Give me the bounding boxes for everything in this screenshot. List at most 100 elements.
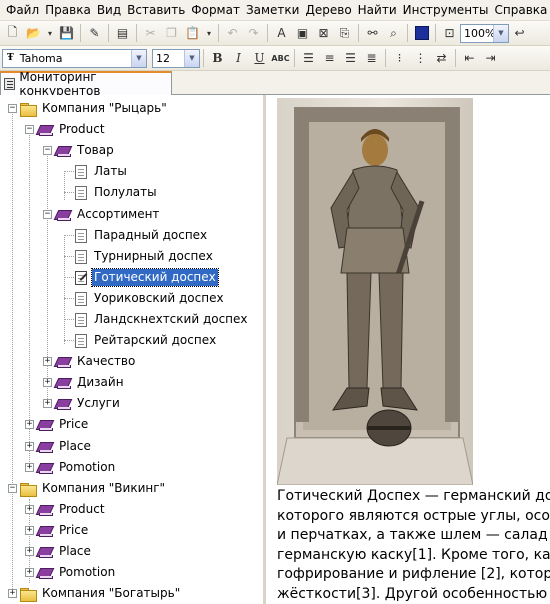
insert-text-icon[interactable]: A [271,23,292,44]
insert-object-icon[interactable]: ⊠ [313,23,334,44]
redo-icon[interactable]: ↷ [243,23,264,44]
tree-node-company-bogatyr[interactable]: + Компания "Богатырь" [0,583,182,604]
strikethrough-button[interactable]: ABC [270,48,291,69]
sync-icon[interactable]: ⇄ [431,48,452,69]
tree-node-paradny[interactable]: Парадный доспех [0,225,209,246]
font-size-select[interactable]: 12 ▼ [152,48,200,68]
expand-icon[interactable]: + [25,568,34,577]
tree-node-gotichesky[interactable]: Готический доспех [0,267,219,288]
italic-button[interactable]: I [228,48,249,69]
font-name-select[interactable]: Ŧ Tahoma ▼ [2,48,147,68]
tree-node-pomotion-2[interactable]: + Pomotion [0,562,117,583]
tree-node-dizain[interactable]: + Дизайн [0,372,126,393]
tree-node-tovar[interactable]: − Товар [0,140,116,161]
tree-node-label: Price [59,417,89,431]
collapse-icon[interactable]: − [43,146,52,155]
underline-button[interactable]: U [249,48,270,69]
color-square-icon[interactable] [411,23,432,44]
expand-icon[interactable]: + [43,357,52,366]
open-dropdown-icon[interactable]: ▾ [44,23,56,44]
copy-icon[interactable]: ❐ [161,23,182,44]
menu-notes[interactable]: Заметки [243,0,303,21]
outdent-icon[interactable]: ⇤ [459,48,480,69]
menu-file[interactable]: Файл [3,0,42,21]
binoculars-icon[interactable]: ⚯ [362,23,383,44]
menu-insert[interactable]: Вставить [124,0,188,21]
bullet-list-icon[interactable]: ⁝ [389,48,410,69]
expand-icon[interactable]: + [25,505,34,514]
align-center-icon[interactable]: ≡ [319,48,340,69]
tree-node-company-viking[interactable]: − Компания "Викинг" [0,478,167,499]
tree-node-reitarsky[interactable]: Рейтарский доспех [0,330,218,351]
collapse-icon[interactable]: − [8,104,17,113]
tree-node-turnirny[interactable]: Турнирный доспех [0,246,215,267]
insert-image-icon[interactable]: ▣ [292,23,313,44]
open-folder-icon[interactable]: 📂 [23,23,44,44]
menu-tools[interactable]: Инструменты [400,0,492,21]
note-body-text[interactable]: Готический Доспех — германский до которо… [277,487,550,604]
tree-node-label: Качество [77,354,136,368]
menu-tree[interactable]: Дерево [302,0,354,21]
align-right-icon[interactable]: ☰ [340,48,361,69]
expand-icon[interactable]: + [8,589,17,598]
menu-find[interactable]: Найти [355,0,400,21]
paste-dropdown-icon[interactable]: ▾ [203,23,215,44]
collapse-icon[interactable]: − [25,125,34,134]
chevron-down-icon[interactable]: ▼ [184,49,199,67]
word-wrap-icon[interactable]: ↩ [509,23,530,44]
tree-view[interactable]: − Компания "Рыцарь" − Product − Товар Ла… [0,95,266,604]
insert-link-icon[interactable]: ⎘ [334,23,355,44]
tree-node-uslugi[interactable]: + Услуги [0,393,122,414]
book-icon [37,419,53,431]
tree-node-place[interactable]: + Place [0,436,93,457]
tree-node-company-knight[interactable]: − Компания "Рыцарь" [0,98,169,119]
indent-icon[interactable]: ⇥ [480,48,501,69]
cut-icon[interactable]: ✂ [140,23,161,44]
expand-icon[interactable]: + [25,526,34,535]
chevron-down-icon[interactable]: ▼ [131,49,146,67]
tree-node-laty[interactable]: Латы [0,161,129,182]
menu-view[interactable]: Вид [94,0,124,21]
tree-node-price-2[interactable]: + Price [0,520,90,541]
save-icon[interactable]: 💾 [56,23,77,44]
bold-button[interactable]: B [207,48,228,69]
tree-node-product-2[interactable]: + Product [0,499,107,520]
tree-node-landsknecht[interactable]: Ландскнехтский доспех [0,309,250,330]
align-left-icon[interactable]: ☰ [298,48,319,69]
toolbar-separator [455,49,456,67]
menu-help[interactable]: Справка [492,0,550,21]
print-preview-icon[interactable]: ▤ [112,23,133,44]
expand-icon[interactable]: + [25,420,34,429]
tree-node-polulaty[interactable]: Полулаты [0,182,159,203]
menu-format[interactable]: Формат [188,0,243,21]
note-editor[interactable]: Готический Доспех — германский до которо… [266,95,550,604]
tree-node-kachestvo[interactable]: + Качество [0,351,137,372]
find-next-icon[interactable]: ⌕ [383,23,404,44]
tree-node-label: Компания "Викинг" [42,481,166,495]
menu-edit[interactable]: Правка [42,0,94,21]
fit-page-icon[interactable]: ⊡ [439,23,460,44]
collapse-icon[interactable]: − [8,484,17,493]
undo-icon[interactable]: ↶ [222,23,243,44]
expand-icon[interactable]: + [25,442,34,451]
tab-competitor-monitoring[interactable]: Мониторинг конкурентов [0,70,172,98]
align-justify-icon[interactable]: ≣ [361,48,382,69]
numbered-list-icon[interactable]: ⋮ [410,48,431,69]
document-icon [75,333,87,348]
tree-node-product[interactable]: − Product [0,119,107,140]
expand-icon[interactable]: + [43,378,52,387]
new-document-icon[interactable]: 🗋 [2,23,23,44]
tree-node-pomotion[interactable]: + Pomotion [0,457,117,478]
expand-icon[interactable]: + [43,399,52,408]
tree-node-assortiment[interactable]: − Ассортимент [0,204,161,225]
zoom-select[interactable]: 100% ▼ [460,23,509,43]
expand-icon[interactable]: + [25,547,34,556]
collapse-icon[interactable]: − [43,210,52,219]
expand-icon[interactable]: + [25,463,34,472]
tree-node-price[interactable]: + Price [0,414,90,435]
tree-node-place-2[interactable]: + Place [0,541,93,562]
paste-icon[interactable]: 📋 [182,23,203,44]
properties-icon[interactable]: ✎ [84,23,105,44]
chevron-down-icon[interactable]: ▼ [493,24,508,42]
tree-node-urikovsky[interactable]: Уориковский доспех [0,288,226,309]
